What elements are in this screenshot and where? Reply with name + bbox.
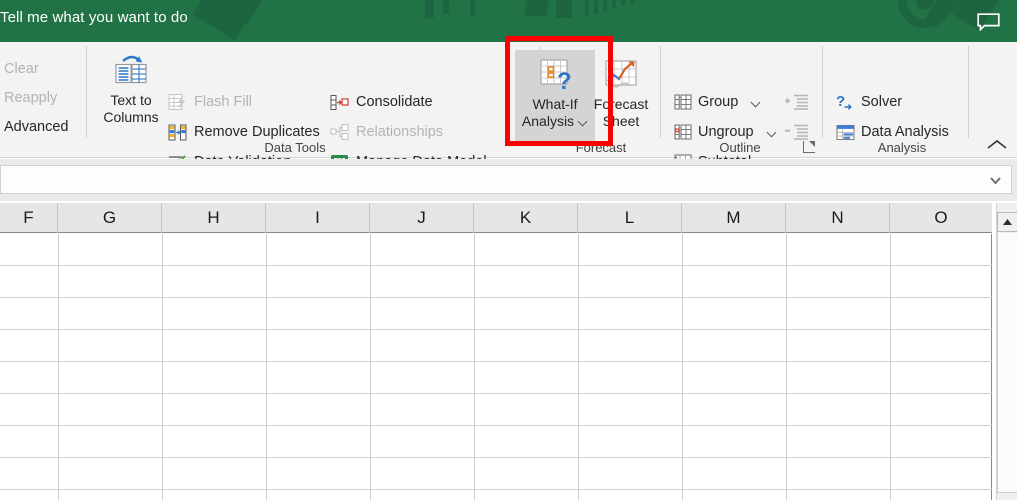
tell-me-banner: Tell me what you want to do (0, 0, 1017, 42)
ungroup-label: Ungroup (698, 123, 754, 140)
column-header-N[interactable]: N (786, 203, 890, 233)
tell-me-placeholder-text: Tell me what you want to do (0, 9, 188, 26)
flash-fill-button[interactable]: Flash Fill (168, 93, 252, 112)
chevron-down-icon[interactable] (990, 175, 1001, 186)
column-header-H[interactable]: H (162, 203, 266, 233)
what-if-analysis-label-line2: Analysis (521, 113, 575, 129)
relationships-label: Relationships (356, 124, 444, 141)
ungroup-button[interactable]: Ungroup (674, 123, 777, 141)
consolidate-icon (330, 93, 349, 112)
ungroup-icon (674, 123, 692, 141)
what-if-analysis-icon: ? (535, 56, 575, 96)
group-separator (822, 46, 823, 138)
remove-duplicates-label: Remove Duplicates (194, 124, 320, 141)
what-if-analysis-button[interactable]: ? What-If Analysis (515, 50, 595, 146)
ribbon-data-tab: Clear Reapply Advanced Text to Columns F… (0, 42, 1017, 172)
comment-bubble-icon[interactable] (977, 13, 1000, 31)
data-analysis-label: Data Analysis (861, 124, 949, 141)
group-separator (86, 46, 87, 138)
group-button[interactable]: Group (674, 93, 761, 111)
group-icon (674, 93, 692, 111)
advanced-label: Advanced (4, 119, 69, 135)
chevron-down-icon[interactable] (768, 128, 777, 137)
formula-input[interactable] (0, 165, 1012, 194)
forecast-sheet-label-line2: Sheet (602, 113, 640, 129)
scroll-up-arrow-icon (1003, 219, 1012, 225)
worksheet-grid: F G H I J K L M N O (0, 203, 1017, 500)
remove-duplicates-icon (168, 123, 187, 142)
text-to-columns-icon (111, 52, 151, 92)
column-header-G[interactable]: G (58, 203, 162, 233)
reapply-label: Reapply (4, 90, 58, 106)
vertical-scrollbar[interactable] (996, 203, 1017, 500)
outline-dialog-launcher[interactable] (803, 141, 815, 153)
column-header-I[interactable]: I (266, 203, 370, 233)
column-header-O[interactable]: O (890, 203, 992, 233)
forecast-sheet-label-line1: Forecast (593, 96, 649, 112)
what-if-analysis-label-line1: What-If (532, 96, 578, 112)
tell-me-search-box[interactable]: Tell me what you want to do (0, 9, 188, 26)
clear-label: Clear (4, 61, 39, 77)
text-to-columns-label-line1: Text to (110, 92, 152, 108)
chevron-down-icon[interactable] (579, 117, 588, 126)
column-header-L[interactable]: L (578, 203, 682, 233)
collapse-ribbon-icon[interactable] (986, 138, 1008, 152)
solver-button[interactable]: ? Solver (836, 93, 902, 112)
flash-fill-icon (168, 93, 187, 112)
forecast-sheet-icon (601, 56, 641, 96)
group-label-data-tools: Data Tools (264, 140, 326, 155)
text-to-columns-button[interactable]: Text to Columns (97, 52, 165, 126)
solver-icon: ? (836, 93, 855, 112)
group-separator (968, 46, 969, 138)
column-header-row: F G H I J K L M N O (0, 203, 992, 233)
column-header-M[interactable]: M (682, 203, 786, 233)
show-detail-button[interactable] (784, 93, 810, 111)
chevron-down-icon[interactable] (752, 98, 761, 107)
column-header-K[interactable]: K (474, 203, 578, 233)
advanced-button[interactable]: Advanced (4, 120, 69, 135)
reapply-button[interactable]: Reapply (4, 91, 57, 106)
clear-button[interactable]: Clear (4, 62, 39, 77)
scrollbar-thumb[interactable] (997, 233, 1017, 493)
column-header-F[interactable]: F (0, 203, 58, 233)
text-to-columns-label-line2: Columns (103, 109, 159, 125)
formula-bar-area (0, 159, 1017, 201)
svg-text:?: ? (557, 68, 572, 95)
consolidate-button[interactable]: Consolidate (330, 93, 433, 112)
hide-detail-button[interactable] (784, 123, 810, 141)
hide-detail-icon (785, 124, 808, 140)
solver-label: Solver (861, 94, 903, 111)
show-detail-icon (785, 94, 808, 110)
scroll-up-button[interactable] (997, 212, 1017, 232)
group-label-outline: Outline (719, 140, 761, 155)
consolidate-label: Consolidate (356, 94, 433, 111)
flash-fill-label: Flash Fill (194, 94, 253, 111)
forecast-sheet-button[interactable]: Forecast Sheet (588, 50, 654, 130)
cell-area[interactable] (0, 234, 992, 500)
svg-text:?: ? (836, 93, 845, 110)
group-label-analysis: Analysis (877, 140, 927, 155)
column-header-J[interactable]: J (370, 203, 474, 233)
group-label-forecast: Forecast (575, 140, 627, 155)
group-label: Group (698, 93, 739, 110)
group-separator (660, 46, 661, 138)
